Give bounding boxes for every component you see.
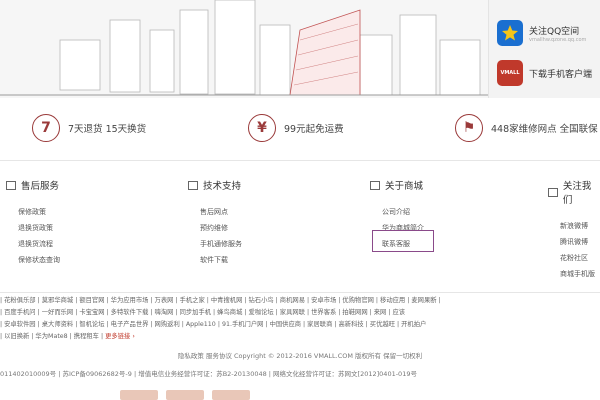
- certification-badge[interactable]: [212, 390, 250, 400]
- column-header: 关注我们: [548, 178, 600, 206]
- column-header: 售后服务: [6, 178, 60, 192]
- qq-space-label: 关注QQ空间: [529, 26, 580, 37]
- column-title: 关注我们: [562, 181, 592, 206]
- service-promises: 7 7天退货 15天换货 ¥ 99元起免运费 ⚑ 448家维修网点 全国联保: [0, 106, 600, 150]
- icp-license-text: 011402010009号 | 苏ICP备09062682号-9 | 增值电信业…: [0, 370, 417, 378]
- footer-link[interactable]: 花粉社区: [560, 250, 600, 266]
- side-panel: 关注QQ空间 vmallhw.qzone.qq.com VMALL 下载手机客户…: [488, 0, 600, 98]
- friend-links-row[interactable]: | 安卓软件园 | 桌大师资料 | 智机论坛 | 电子产品世界 | 网购返利 |…: [0, 319, 600, 331]
- promise-return[interactable]: 7 7天退货 15天换货: [32, 114, 146, 142]
- qq-space-url: vmallhw.qzone.qq.com: [529, 36, 587, 43]
- column-header: 关于商城: [370, 178, 424, 192]
- certification-badges: [120, 390, 250, 400]
- promise-repair[interactable]: ⚑ 448家维修网点 全国联保: [455, 114, 598, 142]
- column-tech-support: 技术支持 售后网点 预约维修 手机通修服务 软件下载: [188, 178, 242, 268]
- copyright-text: 隐私政策 服务协议 Copyright © 2012-2016 VMALL.CO…: [177, 352, 423, 360]
- more-links-button[interactable]: 更多链接 ›: [105, 333, 135, 340]
- friend-links: | 花粉俱乐部 | 莫邪华商城 | 额目官网 | 华为应用市场 | 万表网 | …: [0, 292, 600, 343]
- doc-icon: [188, 180, 198, 190]
- certification-badge[interactable]: [120, 390, 158, 400]
- column-title: 售后服务: [21, 181, 60, 192]
- qq-space-icon: [497, 20, 523, 46]
- vmall-app-badge: VMALL: [500, 70, 520, 76]
- friend-links-row-text[interactable]: | 以旧换新 | 华为Mate8 | 携程租车 |: [0, 333, 103, 340]
- certification-badge[interactable]: [166, 390, 204, 400]
- city-illustration: [0, 0, 488, 98]
- friend-links-row[interactable]: | 花粉俱乐部 | 莫邪华商城 | 额目官网 | 华为应用市场 | 万表网 | …: [0, 295, 600, 307]
- footer-link[interactable]: 新浪微博: [560, 218, 600, 234]
- footer-link[interactable]: 公司介绍: [382, 204, 424, 220]
- app-download-link[interactable]: VMALL 下载手机客户端: [497, 60, 592, 86]
- promise-shipping[interactable]: ¥ 99元起免运费: [248, 114, 344, 142]
- column-header: 技术支持: [188, 178, 242, 192]
- promise-return-text: 7天退货 15天换货: [68, 124, 147, 135]
- doc-icon: [548, 187, 558, 197]
- qq-space-link[interactable]: 关注QQ空间 vmallhw.qzone.qq.com: [497, 20, 586, 46]
- doc-icon: [370, 180, 380, 190]
- footer-link[interactable]: 软件下载: [200, 252, 242, 268]
- vmall-app-icon: VMALL: [497, 60, 523, 86]
- column-follow-us: 关注我们 新浪微博 腾讯微博 花粉社区 商城手机版: [548, 178, 600, 282]
- footer-link[interactable]: 保修状态查询: [18, 252, 60, 268]
- footer-link[interactable]: 预约维修: [200, 220, 242, 236]
- doc-icon: [6, 180, 16, 190]
- side-item-top-partial: [529, 6, 531, 12]
- column-title: 关于商城: [385, 181, 424, 192]
- section-divider: [0, 160, 600, 161]
- yen-icon: ¥: [248, 114, 276, 142]
- flag-icon: ⚑: [455, 114, 483, 142]
- footer-link[interactable]: 退换货政策: [18, 220, 60, 236]
- footer-link[interactable]: 保修政策: [18, 204, 60, 220]
- friend-links-row-last: | 以旧换新 | 华为Mate8 | 携程租车 | 更多链接 ›: [0, 331, 600, 343]
- footer-link[interactable]: 售后网点: [200, 204, 242, 220]
- app-download-label: 下载手机客户端: [529, 69, 593, 80]
- column-after-sales: 售后服务 保修政策 退换货政策 退换货流程 保修状态查询: [6, 178, 60, 268]
- column-title: 技术支持: [203, 181, 242, 192]
- contact-service-highlight: [372, 230, 434, 252]
- footer-link[interactable]: 商城手机版: [560, 266, 600, 282]
- promise-shipping-text: 99元起免运费: [284, 124, 344, 135]
- footer-link[interactable]: 手机通修服务: [200, 236, 242, 252]
- footer-link[interactable]: 腾讯微博: [560, 234, 600, 250]
- footer-link[interactable]: 退换货流程: [18, 236, 60, 252]
- friend-links-row[interactable]: | 百度手机问 | 一好而乐网 | 卡宝宝网 | 多特软件下载 | 嗨淘网 | …: [0, 307, 600, 319]
- seven-day-icon: 7: [32, 114, 60, 142]
- promise-repair-text: 448家维修网点 全国联保: [491, 124, 598, 135]
